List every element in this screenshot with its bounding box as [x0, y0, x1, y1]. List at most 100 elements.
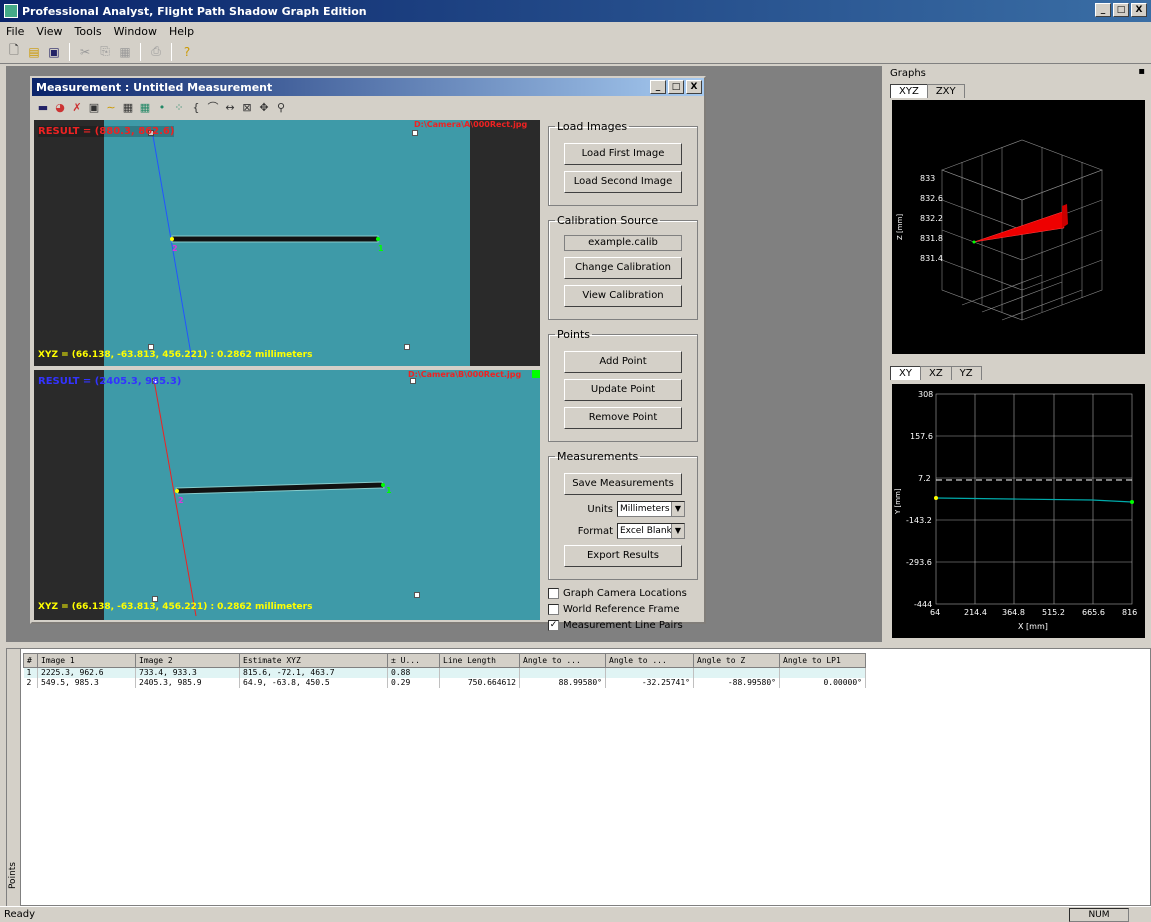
point-1-marker	[381, 483, 385, 487]
bracket-icon[interactable]: {	[189, 100, 203, 114]
table-row[interactable]: 1 2225.3, 962.6 733.4, 933.3 815.6, -72.…	[23, 667, 866, 678]
checkbox-label: Measurement Line Pairs	[563, 620, 683, 631]
add-point-button[interactable]: Add Point	[564, 351, 682, 373]
minimize-button[interactable]: _	[1095, 3, 1111, 17]
load-images-legend: Load Images	[557, 120, 628, 133]
first-image-pt-label-2: 2	[172, 244, 178, 253]
zoom-icon[interactable]: ⚲	[274, 100, 288, 114]
new-file-icon[interactable]: 🗋	[6, 43, 22, 60]
first-image-view[interactable]: RESULT = (880.3, 862.6) D:\Camera\A\000R…	[34, 120, 540, 366]
xyz-tick-label: 832.6	[920, 194, 943, 203]
checkbox-box[interactable]	[548, 588, 559, 599]
point-marker	[972, 240, 976, 244]
col-header-line-length[interactable]: Line Length	[439, 653, 520, 668]
col-header-image2[interactable]: Image 2	[135, 653, 240, 668]
tab-xy[interactable]: XY	[890, 366, 921, 380]
copy-icon[interactable]: ⎘	[97, 44, 113, 60]
point-icon[interactable]: •	[155, 100, 169, 114]
save-icon[interactable]: ▣	[46, 44, 62, 60]
load-first-image-button[interactable]: Load First Image	[564, 143, 682, 165]
change-calibration-button[interactable]: Change Calibration	[564, 257, 682, 279]
mdi-minimize-button[interactable]: _	[650, 80, 666, 94]
checkbox-box[interactable]: ✓	[548, 620, 559, 631]
app-title: Professional Analyst, Flight Path Shadow…	[22, 4, 367, 18]
format-value: Excel Blank	[620, 526, 672, 536]
menu-file[interactable]: File	[6, 25, 24, 38]
num-lock-indicator: NUM	[1069, 908, 1129, 922]
xy-plot[interactable]: 308 157.6 7.2 -143.2 -293.6 -444 64 214.…	[892, 384, 1145, 638]
remove-point-button[interactable]: Remove Point	[564, 407, 682, 429]
color-icon[interactable]: ◕	[53, 100, 67, 114]
col-header-angle-y[interactable]: Angle to ...	[605, 653, 694, 668]
print-icon[interactable]: ⎙	[148, 44, 164, 60]
measurement-window-controls: _ □ X	[650, 80, 702, 94]
xy-trajectory	[935, 497, 1133, 503]
update-point-button[interactable]: Update Point	[564, 379, 682, 401]
xy-ytick: 157.6	[910, 432, 933, 441]
mdi-maximize-button[interactable]: □	[668, 80, 684, 94]
curve-icon[interactable]: ⌒	[206, 100, 220, 114]
load-second-image-button[interactable]: Load Second Image	[564, 171, 682, 193]
col-header-angle-lp1[interactable]: Angle to LP1	[779, 653, 866, 668]
graphs-title: Graphs	[890, 68, 926, 79]
menu-tools[interactable]: Tools	[75, 25, 102, 38]
spread-icon[interactable]: ↔	[223, 100, 237, 114]
col-header-uncertainty[interactable]: ± U...	[387, 653, 440, 668]
table-cell: 0.88	[387, 667, 440, 678]
line-icon[interactable]: ∼	[104, 100, 118, 114]
grid-icon[interactable]: ▦	[121, 100, 135, 114]
graph-camera-locations-checkbox[interactable]: Graph Camera Locations	[548, 588, 698, 599]
xyz-tick-label: 832.2	[920, 214, 943, 223]
format-select[interactable]: Excel Blank ▼	[617, 523, 685, 539]
pick-icon[interactable]: ✗	[70, 100, 84, 114]
grid2-icon[interactable]: ▦	[138, 100, 152, 114]
world-reference-frame-checkbox[interactable]: World Reference Frame	[548, 604, 698, 615]
format-label: Format	[577, 525, 613, 537]
col-header-index[interactable]: #	[23, 653, 38, 668]
table-row[interactable]: 2 549.5, 985.3 2405.3, 985.9 64.9, -63.8…	[23, 677, 866, 688]
frame-icon[interactable]: ⊠	[240, 100, 254, 114]
pin-icon[interactable]: ▪	[1138, 66, 1145, 77]
save-measurements-button[interactable]: Save Measurements	[564, 473, 682, 495]
measurement-line-pairs-checkbox[interactable]: ✓ Measurement Line Pairs	[548, 620, 698, 631]
close-button[interactable]: X	[1131, 3, 1147, 17]
open-folder-icon[interactable]: ▤	[26, 44, 42, 60]
tab-yz[interactable]: YZ	[950, 366, 982, 380]
menu-window[interactable]: Window	[114, 25, 157, 38]
col-header-angle-x[interactable]: Angle to ...	[519, 653, 606, 668]
move-icon[interactable]: ✥	[257, 100, 271, 114]
app-icon	[4, 4, 18, 18]
mdi-close-button[interactable]: X	[686, 80, 702, 94]
chevron-down-icon[interactable]: ▼	[671, 502, 684, 516]
tab-xyz[interactable]: XYZ	[890, 84, 928, 98]
units-select[interactable]: Millimeters ▼	[617, 501, 685, 517]
col-header-image1[interactable]: Image 1	[37, 653, 136, 668]
help-icon[interactable]: ?	[179, 44, 195, 60]
col-header-angle-z[interactable]: Angle to Z	[693, 653, 780, 668]
menu-help[interactable]: Help	[169, 25, 194, 38]
calibration-legend: Calibration Source	[557, 214, 659, 227]
toolbar-separator	[69, 42, 70, 61]
cut-icon[interactable]: ✂	[77, 44, 93, 60]
checkbox-box[interactable]	[548, 604, 559, 615]
status-text: Ready	[4, 909, 36, 920]
point-pair-icon[interactable]: ⁘	[172, 100, 186, 114]
xyz-3d-plot[interactable]: 833 832.6 832.2 831.8 831.4 Z [mm]	[892, 100, 1145, 354]
tab-xz[interactable]: XZ	[919, 366, 952, 380]
second-image-file-label: D:\Camera\B\000Rect.jpg	[408, 370, 522, 379]
col-header-estimate-xyz[interactable]: Estimate XYZ	[239, 653, 388, 668]
menu-view[interactable]: View	[36, 25, 62, 38]
points-side-tab[interactable]: Points	[7, 649, 21, 907]
layout-icon[interactable]: ▬	[36, 100, 50, 114]
chevron-down-icon[interactable]: ▼	[671, 524, 684, 538]
table-cell: -32.25741°	[605, 677, 694, 688]
export-results-button[interactable]: Export Results	[564, 545, 682, 567]
tab-zxy[interactable]: ZXY	[926, 84, 965, 98]
second-image-overlay	[153, 379, 385, 617]
view-calibration-button[interactable]: View Calibration	[564, 285, 682, 307]
paste-icon[interactable]: ▦	[117, 44, 133, 60]
view-icon[interactable]: ▣	[87, 100, 101, 114]
xyz-z-axis-label: Z [mm]	[896, 213, 904, 240]
maximize-button[interactable]: □	[1113, 3, 1129, 17]
second-image-view[interactable]: RESULT = (2405.3, 985.3) D:\Camera\B\000…	[34, 370, 540, 620]
